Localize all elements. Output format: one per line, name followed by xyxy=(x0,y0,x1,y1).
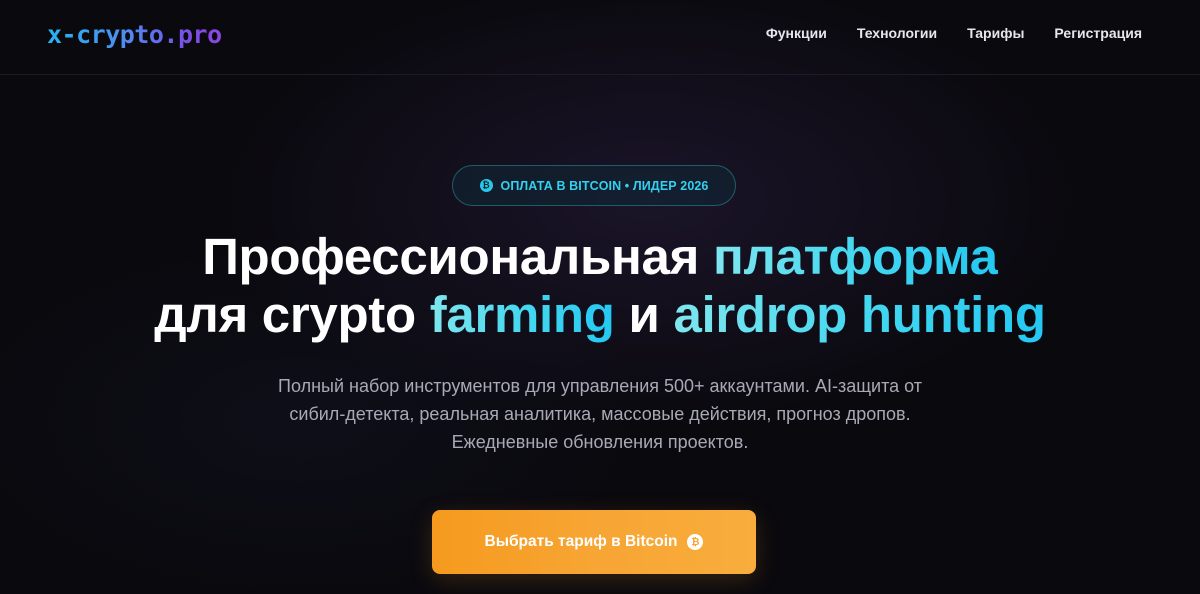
hero-headline: Профессиональная платформа для crypto fa… xyxy=(0,228,1200,344)
hero-badge-text: ОПЛАТА В BITCOIN • ЛИДЕР 2026 xyxy=(500,178,709,193)
bitcoin-icon: ₿ xyxy=(687,534,704,550)
site-logo[interactable]: x-crypto.pro xyxy=(47,20,222,50)
nav-link-pricing[interactable]: Тарифы xyxy=(967,24,1024,42)
nav-link-technologies[interactable]: Технологии xyxy=(857,24,937,42)
headline-line1-white: Профессиональная xyxy=(202,228,713,285)
nav-link-registration[interactable]: Регистрация xyxy=(1054,24,1142,42)
headline-line2-white-1: для crypto xyxy=(154,286,430,343)
headline-line2-accent-2: airdrop hunting xyxy=(673,286,1046,343)
hero-badge: ₿ ОПЛАТА В BITCOIN • ЛИДЕР 2026 xyxy=(452,165,736,206)
choose-plan-bitcoin-button[interactable]: Выбрать тариф в Bitcoin ₿ xyxy=(432,510,756,574)
headline-line2-accent-1: farming xyxy=(429,286,615,343)
bitcoin-icon: ₿ xyxy=(479,179,493,192)
headline-line2-white-2: и xyxy=(614,286,674,343)
cta-label: Выбрать тариф в Bitcoin xyxy=(484,533,678,550)
main-nav: Функции Технологии Тарифы Регистрация xyxy=(766,24,1142,42)
headline-line1-accent: платформа xyxy=(712,228,998,285)
landing-page: x-crypto.pro Функции Технологии Тарифы Р… xyxy=(0,0,1200,594)
site-header: x-crypto.pro Функции Технологии Тарифы Р… xyxy=(0,0,1200,75)
nav-link-functions[interactable]: Функции xyxy=(766,24,827,42)
hero-subtitle: Полный набор инструментов для управления… xyxy=(278,376,922,452)
